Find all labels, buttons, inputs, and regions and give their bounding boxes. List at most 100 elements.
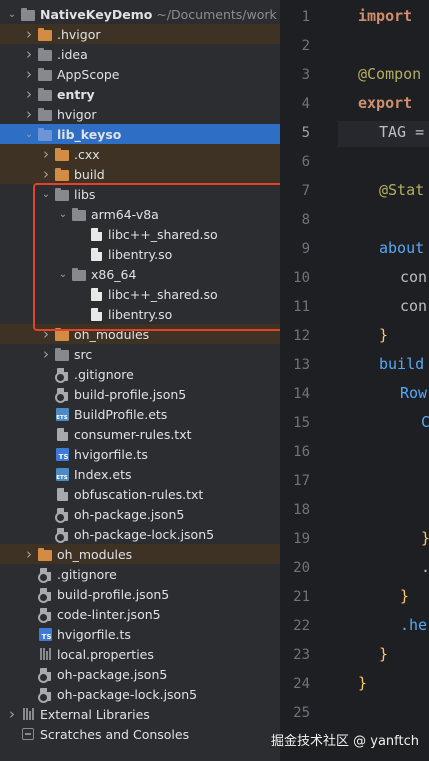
code-token: con (400, 268, 428, 286)
tree-item-label: oh-package.json5 (74, 506, 185, 522)
config-file-icon (54, 507, 69, 523)
tree-item[interactable]: .gitignore (0, 364, 280, 384)
chevron-right-icon[interactable]: › (23, 544, 35, 564)
chevron-right-icon[interactable]: › (40, 164, 52, 184)
line-number: 22 (293, 618, 310, 634)
tree-item[interactable]: libc++_shared.so (0, 284, 280, 304)
line-number: 12 (293, 328, 310, 344)
config-file-icon (37, 607, 52, 623)
folder-icon (72, 207, 86, 221)
chevron-right-icon[interactable]: › (23, 104, 35, 124)
line-number: 6 (301, 154, 310, 170)
tree-item[interactable]: › AppScope (0, 64, 280, 84)
text-file-icon (55, 487, 69, 501)
tree-item[interactable]: › build (0, 164, 280, 184)
tree-item[interactable]: oh-package.json5 (0, 504, 280, 524)
ets-file-icon: ETS (55, 467, 69, 481)
tree-item[interactable]: build-profile.json5 (0, 384, 280, 404)
tree-item[interactable]: TS hvigorfile.ts (0, 624, 280, 644)
tree-item-label: src (74, 346, 93, 362)
tree-item[interactable]: › entry (0, 84, 280, 104)
tree-item-label: entry (57, 86, 95, 102)
excluded-folder-icon (38, 547, 52, 561)
tree-item[interactable]: .gitignore (0, 564, 280, 584)
tree-item[interactable]: libc++_shared.so (0, 224, 280, 244)
chevron-right-icon[interactable]: › (40, 324, 52, 344)
tree-item-label: build (74, 166, 105, 182)
chevron-down-icon[interactable]: ⌄ (57, 264, 69, 284)
chevron-right-icon[interactable]: › (40, 344, 52, 364)
chevron-down-icon[interactable]: ⌄ (6, 4, 18, 24)
tree-item[interactable]: ⌄ lib_keyso (0, 124, 280, 144)
tree-item[interactable]: build-profile.json5 (0, 584, 280, 604)
code-line: build (379, 355, 424, 373)
code-editor[interactable]: import @Compon export TAG = @Stat about con con… (338, 0, 429, 761)
tree-item[interactable]: oh-package.json5 (0, 664, 280, 684)
tree-item[interactable]: consumer-rules.txt (0, 424, 280, 444)
line-number: 3 (301, 67, 310, 83)
chevron-right-icon[interactable]: › (23, 24, 35, 44)
tree-item[interactable]: ETS BuildProfile.ets (0, 404, 280, 424)
ets-file-icon: ETS (55, 407, 69, 421)
chevron-right-icon[interactable]: › (23, 84, 35, 104)
excluded-folder-icon (38, 27, 52, 41)
code-line: C (421, 413, 429, 431)
code-token: @Stat (379, 181, 425, 199)
tree-item-label: libc++_shared.so (108, 226, 218, 242)
line-number: 15 (293, 415, 310, 431)
code-line: @Compon (358, 65, 421, 83)
tree-item[interactable]: › .idea (0, 44, 280, 64)
chevron-down-icon[interactable]: ⌄ (57, 204, 69, 224)
tree-item-label: .idea (57, 46, 88, 62)
tree-item[interactable]: › src (0, 344, 280, 364)
chevron-down-icon[interactable]: ⌄ (23, 124, 35, 144)
library-icon (21, 707, 35, 721)
line-number: 8 (301, 212, 310, 228)
tree-item[interactable]: › .cxx (0, 144, 280, 164)
tree-item[interactable]: TS hvigorfile.ts (0, 444, 280, 464)
code-token: } (400, 587, 410, 605)
tree-item[interactable]: ⌄ arm64-v8a (0, 204, 280, 224)
code-token: } (379, 326, 389, 344)
code-token: TAG = (379, 123, 425, 141)
typescript-file-icon: TS (38, 627, 52, 641)
excluded-folder-icon (55, 327, 69, 341)
tree-item[interactable]: › External Libraries (0, 704, 280, 724)
tree-item[interactable]: oh-package-lock.json5 (0, 684, 280, 704)
tree-item-label: .gitignore (57, 566, 117, 582)
tree-item[interactable]: ⌄ libs (0, 184, 280, 204)
chevron-right-icon[interactable]: › (23, 44, 35, 64)
tree-item[interactable]: ⌄ x86_64 (0, 264, 280, 284)
chevron-down-icon[interactable]: ⌄ (40, 184, 52, 204)
chevron-right-icon[interactable]: › (6, 704, 18, 724)
tree-item[interactable]: Scratches and Consoles (0, 724, 280, 744)
project-tree-panel[interactable]: ⌄ NativeKeyDemo ~/Documents/work › .hvigor ›.… (0, 0, 280, 761)
folder-icon (55, 187, 69, 201)
tree-item[interactable]: › hvigor (0, 104, 280, 124)
tree-item-label: AppScope (57, 66, 120, 82)
chevron-right-icon[interactable]: › (40, 144, 52, 164)
tree-item[interactable]: › oh_modules (0, 324, 280, 344)
tree-item[interactable]: libentry.so (0, 304, 280, 324)
tree-item[interactable]: ETS Index.ets (0, 464, 280, 484)
tree-item[interactable]: oh-package-lock.json5 (0, 524, 280, 544)
config-file-icon (37, 587, 52, 603)
tree-item[interactable]: obfuscation-rules.txt (0, 484, 280, 504)
line-number: 11 (293, 299, 310, 315)
tree-item[interactable]: libentry.so (0, 244, 280, 264)
code-line: . (421, 558, 429, 576)
tree-item[interactable]: local.properties (0, 644, 280, 664)
code-line: @Stat (379, 181, 424, 199)
line-number: 9 (301, 241, 310, 257)
tree-item[interactable]: code-linter.json5 (0, 604, 280, 624)
chevron-right-icon[interactable]: › (23, 64, 35, 84)
tree-item[interactable]: ⌄ NativeKeyDemo ~/Documents/work (0, 4, 280, 24)
code-line: } (421, 529, 429, 547)
tree-item[interactable]: › .hvigor (0, 24, 280, 44)
tree-item[interactable]: › oh_modules (0, 544, 280, 564)
